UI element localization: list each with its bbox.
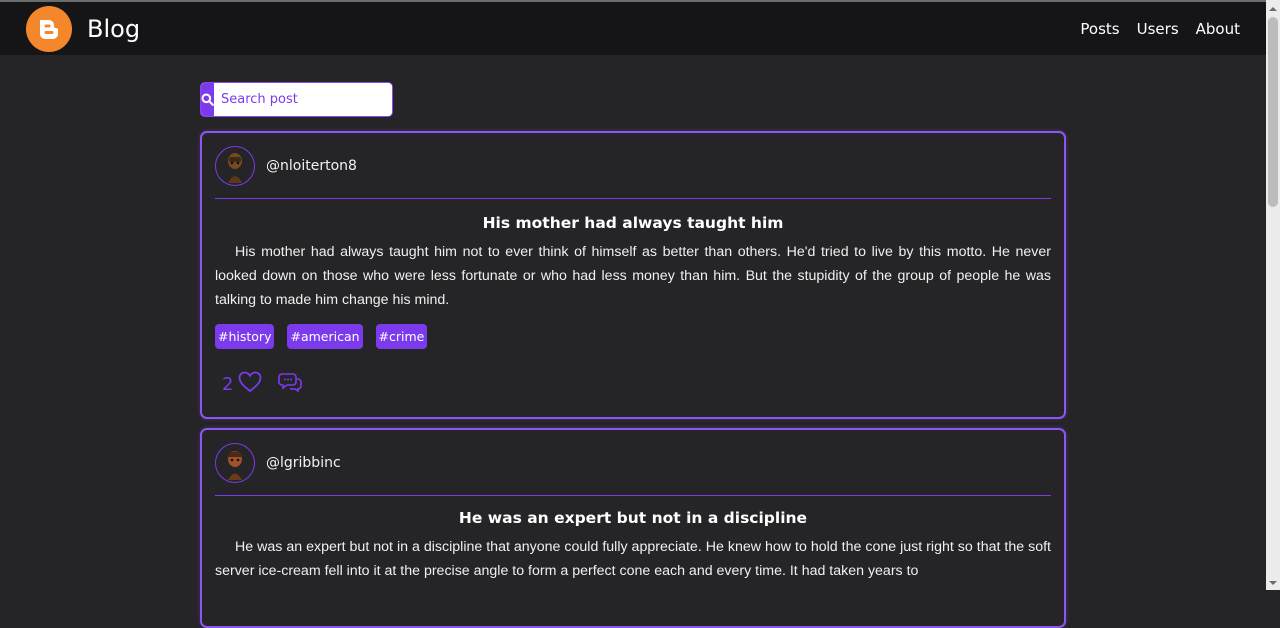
- nav-link-about[interactable]: About: [1196, 20, 1240, 38]
- post-username[interactable]: @lgribbinc: [266, 455, 341, 471]
- post-header: @nloiterton8: [215, 146, 1051, 199]
- post-title[interactable]: His mother had always taught him: [215, 214, 1051, 232]
- search-input[interactable]: [214, 83, 392, 116]
- post-card: @lgribbinc He was an expert but not in a…: [200, 428, 1066, 628]
- page-scrollbar[interactable]: [1266, 0, 1280, 590]
- heart-icon[interactable]: [238, 371, 262, 397]
- nav-link-posts[interactable]: Posts: [1080, 20, 1119, 38]
- like-count: 2: [222, 373, 234, 395]
- navbar: Blog Posts Users About: [0, 2, 1266, 55]
- avatar[interactable]: [215, 146, 255, 186]
- post-username[interactable]: @nloiterton8: [266, 158, 357, 174]
- tag-history[interactable]: #history: [215, 324, 275, 349]
- tag-crime[interactable]: #crime: [375, 324, 428, 349]
- search-button[interactable]: [201, 83, 214, 116]
- tag-american[interactable]: #american: [287, 324, 363, 349]
- post-header: @lgribbinc: [215, 443, 1051, 496]
- scroll-up-arrow-icon[interactable]: [1266, 2, 1280, 16]
- comments-icon[interactable]: [278, 371, 303, 397]
- nav-links: Posts Users About: [1080, 20, 1240, 38]
- search-icon: [201, 93, 214, 106]
- blogger-logo-icon[interactable]: [26, 6, 72, 52]
- post-title[interactable]: He was an expert but not in a discipline: [215, 509, 1051, 527]
- search-bar: [200, 82, 393, 117]
- post-tags: #history #american #crime: [215, 324, 428, 349]
- brand-title[interactable]: Blog: [87, 15, 140, 43]
- post-card: @nloiterton8 His mother had always taugh…: [200, 131, 1066, 419]
- avatar[interactable]: [215, 443, 255, 483]
- post-actions: 2: [222, 371, 303, 397]
- post-body: He was an expert but not in a discipline…: [215, 539, 1051, 579]
- post-body: His mother had always taught him not to …: [215, 244, 1051, 308]
- scrollbar-thumb[interactable]: [1268, 17, 1278, 207]
- scroll-down-arrow-icon[interactable]: [1266, 576, 1280, 590]
- nav-link-users[interactable]: Users: [1137, 20, 1179, 38]
